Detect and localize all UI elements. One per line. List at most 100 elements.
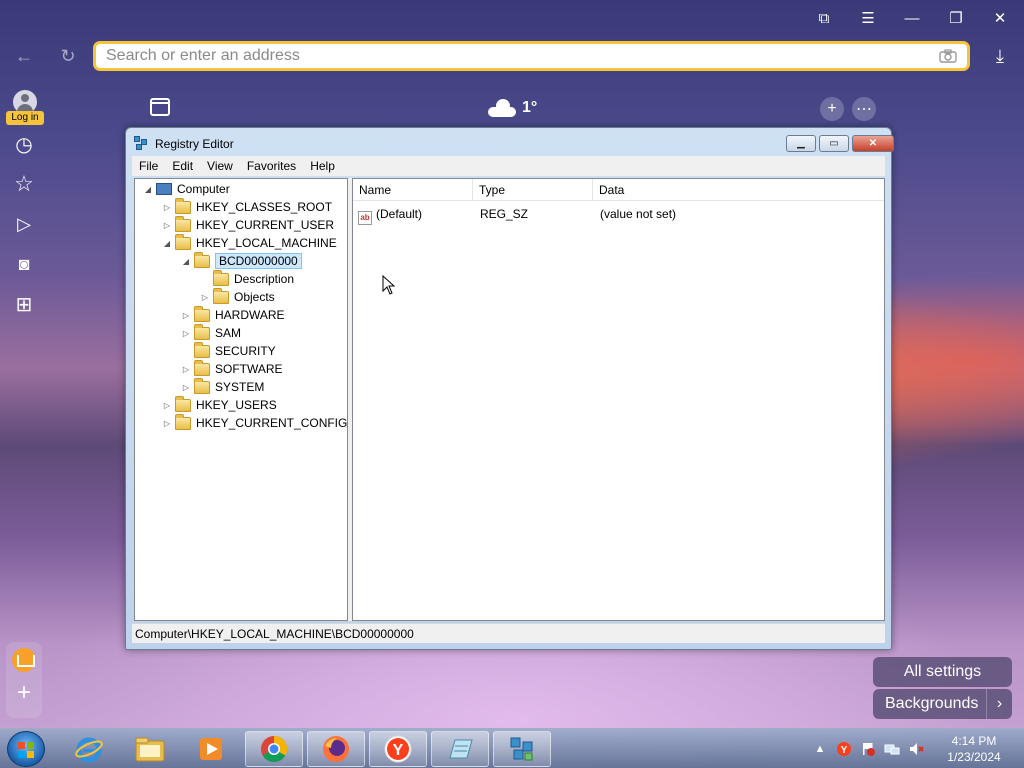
window-maximize-button[interactable]: ▭ [819,135,849,152]
expander-icon[interactable]: ▷ [181,329,191,338]
table-row[interactable]: ab (Default) REG_SZ (value not set) [353,205,884,225]
registry-editor-icon [134,136,150,152]
system-tray: ▲ Y [812,737,924,761]
apps-grid-icon[interactable]: ⊞ [12,292,36,316]
all-settings-button[interactable]: All settings [873,657,1012,687]
tree-node-label: HKEY_LOCAL_MACHINE [196,236,337,250]
expander-icon[interactable]: ◢ [143,185,153,194]
chevron-right-icon[interactable]: › [986,689,1012,719]
back-icon[interactable]: ← [12,44,36,68]
svg-text:Y: Y [841,745,848,756]
show-hidden-icons-icon[interactable]: ▲ [812,741,828,757]
taskbar-yandex-browser[interactable]: Y [369,731,427,767]
expander-icon[interactable]: ▷ [162,203,172,212]
window-close-button[interactable]: ✕ [852,135,894,152]
taskbar-clock[interactable]: 4:14 PM 1/23/2024 [932,733,1016,765]
expander-icon[interactable]: ◢ [181,257,191,266]
more-options-button[interactable]: ⋯ [852,97,876,121]
address-bar[interactable] [93,41,970,71]
address-input[interactable] [106,47,939,65]
folder-icon [135,737,165,762]
tree-node-hkey-current-config[interactable]: ▷ HKEY_CURRENT_CONFIG [162,413,348,432]
taskbar-registry-editor[interactable] [493,731,551,767]
history-icon[interactable]: ◷ [12,132,36,156]
column-header-type[interactable]: Type [473,179,593,201]
tree-node-software[interactable]: ▷ SOFTWARE [181,359,283,378]
tree-node-label: Objects [234,290,275,304]
yandex-browser-icon: Y [384,735,412,763]
close-icon[interactable]: ✕ [988,6,1012,30]
backgrounds-button[interactable]: Backgrounds › [873,689,1012,719]
start-button[interactable] [7,731,45,767]
tree-node-hkey-users[interactable]: ▷ HKEY_USERS [162,395,277,414]
taskbar-media-player[interactable] [182,731,240,767]
mail-icon[interactable] [12,648,36,672]
menu-icon[interactable]: ☰ [856,6,880,30]
tree-node-computer[interactable]: ◢ Computer [143,180,230,198]
menu-favorites[interactable]: Favorites [240,159,303,173]
camera-search-icon[interactable] [939,49,957,63]
tree-node-label: SECURITY [215,344,276,358]
browser-top-bar: ⧉ ☰ — ❐ ✕ ← ↻ ⤓ [0,0,1024,80]
tree-node-hkey-current-user[interactable]: ▷ HKEY_CURRENT_USER [162,215,334,234]
tree-node-system[interactable]: ▷ SYSTEM [181,377,264,396]
values-list-pane[interactable]: Name Type Data ab (Default) REG_SZ (value… [352,178,885,621]
tree-node-hkey-local-machine[interactable]: ◢ HKEY_LOCAL_MACHINE [162,233,337,252]
tree-node-hardware[interactable]: ▷ HARDWARE [181,305,285,324]
column-header-data[interactable]: Data [593,179,884,201]
column-header-name[interactable]: Name [353,179,473,201]
action-center-flag-icon[interactable] [860,741,876,757]
registry-editor-window[interactable]: Registry Editor ▁ ▭ ✕ File Edit View Fav… [125,127,894,650]
yandex-tray-icon[interactable]: Y [836,741,852,757]
network-icon[interactable] [884,741,900,757]
tree-node-label: Computer [177,182,230,196]
menu-edit[interactable]: Edit [165,159,200,173]
tree-node-label: HKEY_CURRENT_CONFIG [196,416,348,430]
tree-node-objects[interactable]: ▷ Objects [200,287,275,306]
bookmarks-icon[interactable]: ⧉ [812,6,836,30]
expander-icon[interactable]: ▷ [162,401,172,410]
add-widget-button[interactable]: + [820,97,844,121]
play-icon[interactable]: ▷ [12,212,36,236]
weather-widget[interactable]: 1° [488,94,537,122]
taskbar-internet-explorer[interactable] [60,731,118,767]
reload-icon[interactable]: ↻ [56,44,80,68]
bookmarks-star-icon[interactable]: ☆ [12,171,36,196]
mouse-cursor-icon [382,275,396,295]
expander-icon[interactable]: ▷ [181,311,191,320]
weather-temperature: 1° [522,99,538,116]
login-button[interactable]: Log in [6,90,44,125]
taskbar-chrome[interactable] [245,731,303,767]
expander-icon[interactable]: ▷ [181,383,191,392]
expander-icon[interactable]: ▷ [181,365,191,374]
volume-muted-icon[interactable] [908,741,924,757]
title-bar[interactable]: Registry Editor ▁ ▭ ✕ [126,128,894,158]
add-panel-icon[interactable]: + [12,681,36,706]
value-type: REG_SZ [480,207,529,221]
value-name-cell: ab (Default) [358,205,422,225]
tabs-window-icon[interactable] [150,98,170,116]
tree-node-hkey-classes-root[interactable]: ▷ HKEY_CLASSES_ROOT [162,197,332,216]
window-minimize-button[interactable]: ▁ [786,135,816,152]
menu-view[interactable]: View [200,159,240,173]
expander-icon[interactable]: ▷ [162,221,172,230]
tree-node-security[interactable]: SECURITY [181,341,276,360]
menu-help[interactable]: Help [303,159,342,173]
tree-node-sam[interactable]: ▷ SAM [181,323,241,342]
key-tree-pane[interactable]: ◢ Computer ▷ HKEY_CLASSES_ROOT ▷ HKEY_CU… [134,178,348,621]
expander-icon[interactable]: ▷ [200,293,210,302]
restore-icon[interactable]: ❐ [944,6,968,30]
taskbar-notepad[interactable] [431,731,489,767]
download-icon[interactable]: ⤓ [988,44,1012,68]
taskbar-firefox[interactable] [307,731,365,767]
clock-time: 4:14 PM [951,734,997,748]
minimize-icon[interactable]: — [900,6,924,30]
folder-open-icon [194,251,210,268]
expander-icon[interactable]: ◢ [162,239,172,248]
menu-file[interactable]: File [132,159,165,173]
expander-icon[interactable]: ▷ [162,419,172,428]
screenshot-icon[interactable]: ◙ [12,252,36,276]
tree-node-bcd00000000[interactable]: ◢ BCD00000000 [181,251,302,270]
tree-node-description[interactable]: Description [200,269,294,288]
taskbar-file-explorer[interactable] [121,731,179,767]
